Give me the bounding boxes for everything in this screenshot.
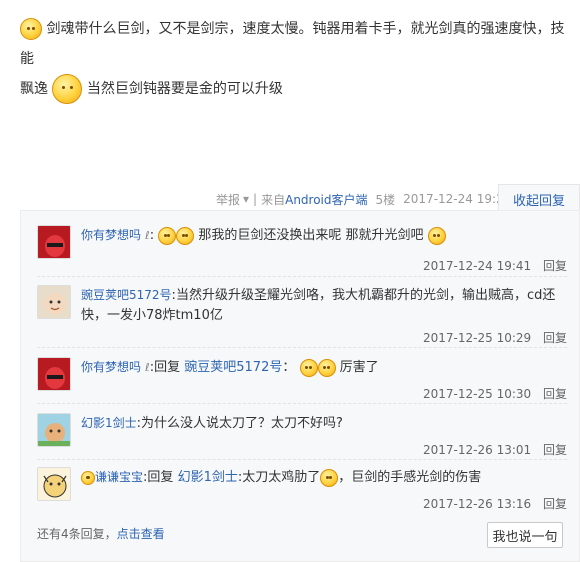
post-line-2: 飘逸 当然巨剑钝器要是金的可以升级 [20, 74, 572, 104]
report-dropdown-icon[interactable]: ▾ [243, 192, 249, 206]
laughing-emoji-icon [299, 358, 318, 377]
reply-line: 幻影1剑士:为什么没人说太刀了？太刀不好吗? [81, 413, 567, 434]
reply-text: 太刀太鸡肋了 [242, 470, 321, 485]
reply-item: 幻影1剑士:为什么没人说太刀了？太刀不好吗? 2017-12-26 13:01 … [37, 413, 567, 457]
reply-colon: : [149, 228, 155, 243]
reply-time: 2017-12-25 10:30 [423, 387, 532, 401]
reply-footer: 2017-12-25 10:30 回复 [423, 385, 567, 402]
reply-time: 2017-12-24 19:41 [423, 259, 532, 273]
reply-divider [37, 276, 567, 277]
reply-footer: 2017-12-25 10:29 回复 [423, 329, 567, 346]
more-replies-text: 还有4条回复， [37, 527, 117, 541]
reply-item: 你有梦想吗 ℓ:回复 豌豆荚吧5172号： 厉害了 2017-12-25 10:… [37, 357, 567, 402]
meta-separator: | [253, 192, 258, 206]
reply-footer: 2017-12-24 19:41 回复 [423, 257, 567, 274]
reply-line: 你有梦想吗 ℓ: 那我的巨剑还没换出来呢 那就升光剑吧 [81, 225, 567, 246]
post-text-2a: 飘逸 [20, 81, 48, 97]
reply-panel: 你有梦想吗 ℓ: 那我的巨剑还没换出来呢 那就升光剑吧 2017-12-24 1… [20, 210, 580, 562]
report-link[interactable]: 举报 [216, 191, 240, 208]
reply-text: 那我的巨剑还没换出来呢 那就升光剑吧 [198, 228, 424, 243]
avatar-icon [38, 468, 70, 500]
reply-divider [37, 403, 567, 404]
reply-footer: 2017-12-26 13:16 回复 [423, 495, 567, 512]
reply-link[interactable]: 回复 [543, 387, 567, 401]
reply-divider [37, 347, 567, 348]
reply-item: 谦谦宝宝:回复 幻影1剑士:太刀太鸡肋了 ，巨剑的手感光剑的伤害 2017-12-… [37, 467, 567, 511]
reply-username[interactable]: 你有梦想吗 [81, 360, 141, 374]
source-prefix: 来自 [261, 192, 286, 207]
reply-username[interactable]: 豌豆荚吧5172号 [81, 288, 172, 302]
client-link[interactable]: Android客户端 [285, 191, 367, 208]
avatar[interactable] [37, 225, 71, 259]
laughing-emoji-icon [317, 358, 336, 377]
reply-time: 2017-12-25 10:29 [423, 331, 532, 345]
avatar[interactable] [37, 467, 71, 501]
reply-time: 2017-12-26 13:16 [423, 497, 532, 511]
reply-text-continued: ，巨剑的手感光剑的伤害 [338, 470, 482, 485]
reply-prefix: 回复 [147, 470, 174, 485]
reply-link[interactable]: 回复 [543, 259, 567, 273]
laughing-emoji-icon [176, 226, 195, 245]
more-replies: 还有4条回复，点击查看 [37, 525, 165, 542]
reply-item: 你有梦想吗 ℓ: 那我的巨剑还没换出来呢 那就升光剑吧 2017-12-24 1… [37, 225, 567, 275]
avatar-icon [38, 414, 70, 446]
reply-link[interactable]: 回复 [543, 497, 567, 511]
post-time: 2017-12-24 19:24 [403, 192, 512, 206]
view-more-link[interactable]: 点击查看 [117, 527, 165, 541]
post-text-1: 剑魂带什么巨剑，又不是剑宗，速度太慢。钝器用着卡手，就光剑真的强速度快，技能 [20, 21, 565, 67]
floor-number: 5楼 [375, 192, 396, 207]
avatar[interactable] [37, 413, 71, 447]
smiley-emoji-icon [427, 226, 446, 245]
smiley-emoji-icon [320, 468, 339, 487]
reply-prefix: 回复 [154, 360, 181, 375]
write-reply-button[interactable]: 我也说一句 [487, 522, 563, 548]
post-text-2b: 当然巨剑钝器要是金的可以升级 [86, 81, 283, 97]
smiley-emoji-icon [158, 226, 177, 245]
reply-line: 谦谦宝宝:回复 幻影1剑士:太刀太鸡肋了 ，巨剑的手感光剑的伤害 [81, 467, 567, 488]
reply-line: 豌豆荚吧5172号:当然升级升级圣耀光剑咯，我大机霸都升的光剑，输出贼高，cd还… [81, 285, 567, 326]
reply-link[interactable]: 回复 [543, 331, 567, 345]
avatar-icon [38, 226, 70, 258]
avatar-icon [38, 358, 70, 390]
reply-link[interactable]: 回复 [543, 443, 567, 457]
avatar[interactable] [37, 285, 71, 319]
post-content: 剑魂带什么巨剑，又不是剑宗，速度太慢。钝器用着卡手，就光剑真的强速度快，技能 飘… [20, 14, 572, 104]
post-line-1: 剑魂带什么巨剑，又不是剑宗，速度太慢。钝器用着卡手，就光剑真的强速度快，技能 [20, 14, 572, 74]
reply-username[interactable]: 你有梦想吗 [81, 228, 141, 242]
avatar-icon [38, 286, 70, 318]
reply-target-colon: ： [282, 360, 296, 375]
reply-username[interactable]: 幻影1剑士 [81, 416, 137, 430]
reply-divider [37, 459, 567, 460]
reply-target-link[interactable]: 豌豆荚吧5172号 [184, 360, 282, 375]
reply-item: 豌豆荚吧5172号:当然升级升级圣耀光剑咯，我大机霸都升的光剑，输出贼高，cd还… [37, 285, 567, 346]
reply-footer: 2017-12-26 13:01 回复 [423, 441, 567, 458]
reply-target-link[interactable]: 幻影1剑士 [178, 470, 238, 485]
reply-username[interactable]: 谦谦宝宝 [95, 470, 143, 484]
avatar[interactable] [37, 357, 71, 391]
smiley-emoji-icon [52, 74, 83, 104]
reply-line: 你有梦想吗 ℓ:回复 豌豆荚吧5172号： 厉害了 [81, 357, 567, 378]
smiley-emoji-icon [81, 470, 95, 485]
reply-text: 厉害了 [339, 360, 379, 375]
reply-text: 为什么没人说太刀了？太刀不好吗? [141, 416, 343, 431]
smiley-emoji-icon [20, 18, 42, 40]
reply-time: 2017-12-26 13:01 [423, 443, 532, 457]
